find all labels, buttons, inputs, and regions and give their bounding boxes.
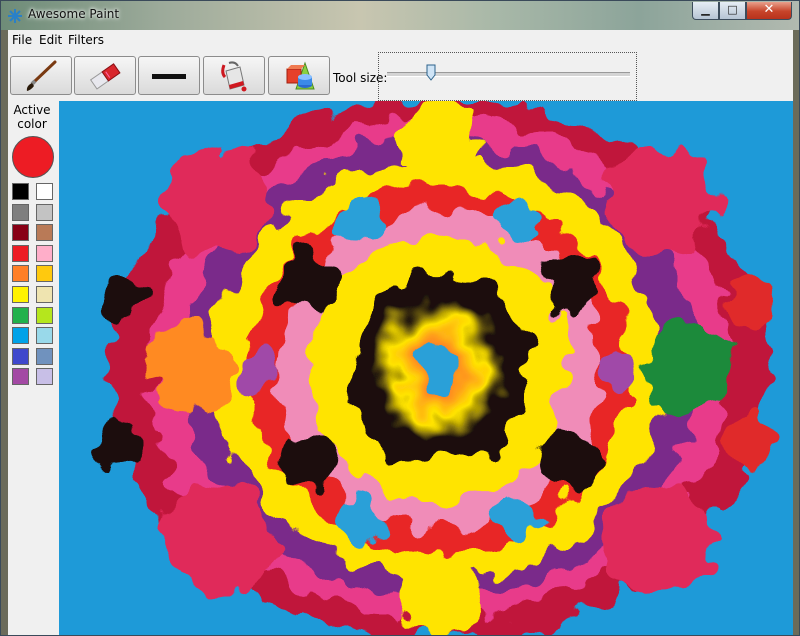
kaleidoscope-pattern [95, 101, 773, 635]
app-window: Awesome Paint ▁ □ ✕ File Edit Filters To… [0, 0, 800, 636]
paintbrush-icon [26, 60, 57, 91]
close-icon: ✕ [763, 2, 775, 17]
palette-swatch[interactable] [12, 224, 29, 242]
slider-track[interactable] [387, 72, 630, 77]
title-bar[interactable]: Awesome Paint ▁ □ ✕ [1, 1, 799, 30]
menu-file[interactable]: File [12, 33, 32, 47]
palette-swatch[interactable] [36, 183, 53, 200]
palette-swatch[interactable] [36, 347, 53, 365]
palette-swatch[interactable] [36, 327, 53, 345]
app-icon [8, 9, 22, 23]
palette-swatch[interactable] [12, 327, 29, 345]
palette-swatch[interactable] [12, 203, 29, 221]
palette-swatch[interactable] [12, 265, 29, 283]
eraser-tool-button[interactable] [74, 56, 136, 95]
drawing-canvas[interactable] [59, 101, 793, 635]
active-color-label: Active color [13, 103, 51, 131]
palette-swatch[interactable] [12, 183, 29, 200]
maximize-icon: □ [727, 3, 738, 16]
palette-swatch[interactable] [36, 265, 53, 283]
palette-swatch[interactable] [12, 368, 29, 386]
eraser-icon [89, 62, 121, 90]
paint-bucket-icon [221, 60, 247, 91]
palette-swatch[interactable] [36, 244, 53, 262]
shapes-icon [286, 60, 315, 89]
tool-size-slider[interactable] [378, 52, 637, 101]
fill-tool-button[interactable] [203, 56, 265, 95]
palette-swatch[interactable] [36, 368, 53, 386]
maximize-button[interactable]: □ [719, 2, 746, 20]
line-icon [152, 73, 186, 79]
palette-swatch[interactable] [36, 286, 53, 303]
menu-filters[interactable]: Filters [68, 33, 104, 47]
palette-swatch[interactable] [12, 286, 29, 303]
palette-swatch[interactable] [12, 347, 29, 365]
slider-thumb[interactable] [426, 64, 436, 81]
shapes-tool-button[interactable] [268, 56, 330, 95]
palette-swatch[interactable] [36, 306, 53, 324]
minimize-button[interactable]: ▁ [692, 2, 719, 20]
menu-bar: File Edit Filters [8, 30, 793, 50]
palette-swatch[interactable] [36, 224, 53, 242]
line-tool-button[interactable] [138, 56, 200, 95]
minimize-icon: ▁ [701, 3, 710, 16]
brush-tool-button[interactable] [10, 56, 72, 95]
active-color-swatch[interactable] [12, 136, 54, 178]
color-palette: Active color [8, 101, 58, 635]
close-button[interactable]: ✕ [746, 2, 792, 20]
toolbar: Tool size: [8, 51, 793, 101]
palette-swatch[interactable] [12, 244, 29, 262]
menu-edit[interactable]: Edit [39, 33, 62, 47]
window-title: Awesome Paint [28, 7, 120, 21]
client-area: File Edit Filters Tool size: Active colo… [8, 30, 793, 635]
palette-swatch[interactable] [36, 203, 53, 221]
canvas-artwork [59, 101, 793, 635]
palette-swatch[interactable] [12, 306, 29, 324]
